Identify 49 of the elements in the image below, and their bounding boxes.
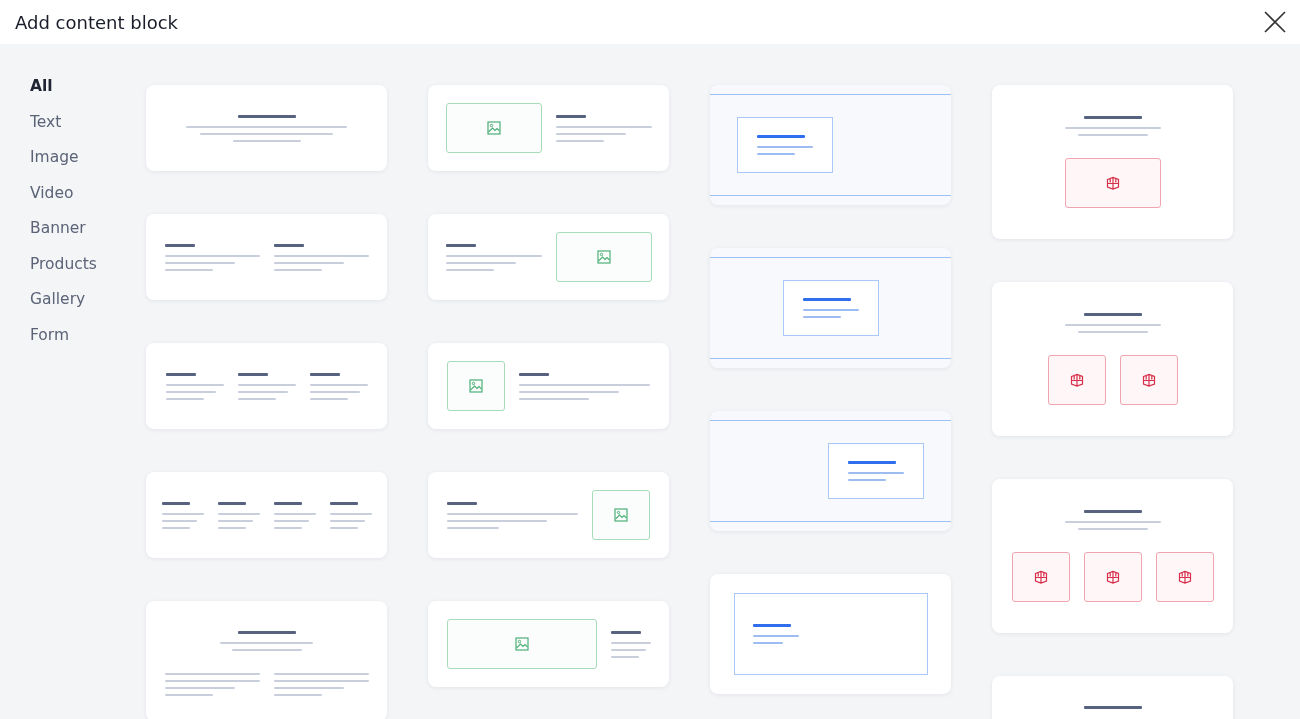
text-lines-drawing bbox=[610, 630, 651, 658]
text-lines-drawing bbox=[757, 135, 813, 155]
text-lines-drawing bbox=[309, 372, 368, 400]
block-card[interactable] bbox=[146, 214, 387, 300]
block-card[interactable] bbox=[992, 85, 1233, 239]
sidebar-item[interactable]: Video bbox=[30, 182, 74, 204]
block-card[interactable] bbox=[146, 601, 387, 719]
box-icon bbox=[1105, 176, 1120, 190]
text-lines-drawing bbox=[848, 461, 904, 481]
image-icon bbox=[596, 250, 611, 264]
image-icon bbox=[514, 637, 529, 651]
text-lines-drawing bbox=[1083, 706, 1142, 712]
text-lines-drawing bbox=[752, 624, 799, 644]
block-card[interactable] bbox=[428, 472, 669, 558]
block-card[interactable] bbox=[428, 85, 669, 171]
block-card[interactable] bbox=[146, 343, 387, 429]
text-lines-drawing bbox=[802, 298, 859, 318]
sidebar-item[interactable]: Products bbox=[30, 253, 97, 275]
text-lines-drawing bbox=[329, 501, 372, 529]
sidebar-item[interactable]: Image bbox=[30, 147, 79, 169]
sidebar-item[interactable]: Gallery bbox=[30, 289, 86, 311]
box-icon bbox=[1177, 570, 1192, 584]
sidebar-item[interactable]: Banner bbox=[30, 218, 86, 240]
image-icon bbox=[486, 121, 501, 135]
close-button[interactable] bbox=[1263, 10, 1287, 34]
block-card[interactable] bbox=[428, 601, 669, 687]
box-icon bbox=[1033, 570, 1048, 584]
sidebar-item[interactable]: Form bbox=[30, 324, 70, 346]
close-icon bbox=[1264, 11, 1286, 33]
image-icon bbox=[614, 508, 628, 522]
block-card[interactable] bbox=[992, 282, 1233, 436]
text-lines-drawing bbox=[273, 501, 316, 529]
block-card[interactable] bbox=[710, 574, 951, 694]
block-card[interactable] bbox=[146, 472, 387, 558]
box-icon bbox=[1105, 570, 1120, 584]
block-card[interactable] bbox=[428, 214, 669, 300]
text-lines-drawing bbox=[237, 372, 296, 400]
text-lines-drawing bbox=[165, 372, 224, 400]
text-lines-drawing bbox=[217, 501, 260, 529]
block-card[interactable] bbox=[146, 85, 387, 171]
box-icon bbox=[1069, 373, 1084, 387]
block-card[interactable] bbox=[992, 479, 1233, 633]
sidebar-item[interactable]: All bbox=[30, 76, 53, 98]
block-card[interactable] bbox=[428, 343, 669, 429]
box-icon bbox=[1141, 373, 1156, 387]
sidebar-item[interactable]: Text bbox=[30, 111, 62, 133]
image-icon bbox=[469, 379, 483, 393]
dialog-title: Add content block bbox=[15, 11, 178, 33]
text-lines-drawing bbox=[161, 501, 204, 529]
